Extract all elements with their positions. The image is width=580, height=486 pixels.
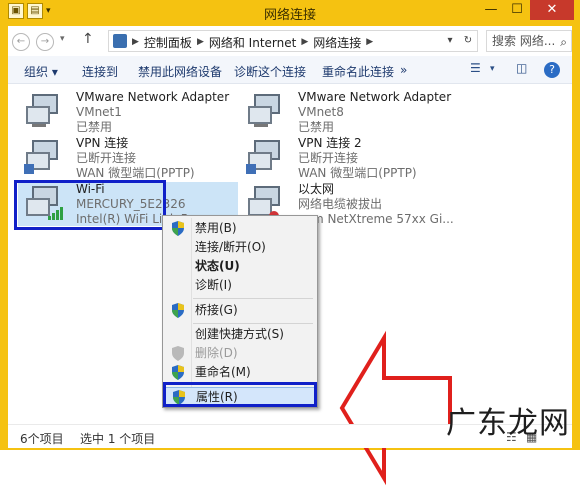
menu-item-bridge[interactable]: 桥接(G) xyxy=(165,301,315,320)
adapter-status: 已禁用 xyxy=(76,120,113,134)
disable-device-button[interactable]: 禁用此网络设备 xyxy=(138,63,222,80)
breadcrumb-chevron-icon[interactable]: ▶ xyxy=(131,34,140,51)
explorer-window: ▣ ▤ ▾ 网络连接 — ☐ ✕ ← → ▾ ↑ ▶ 控制面板 ▶ 网络和 In… xyxy=(0,0,580,486)
menu-item-diagnose[interactable]: 诊断(I) xyxy=(165,276,315,295)
help-icon[interactable]: ? xyxy=(544,62,560,78)
window-controls: — ☐ ✕ xyxy=(478,0,574,20)
address-actions: ▾ ↻ xyxy=(441,31,477,51)
adapter-text: VMware Network Adapter VMnet8 已禁用 xyxy=(298,90,451,135)
menu-item-label: 状态(U) xyxy=(195,259,240,273)
address-bar: ← → ▾ ↑ ▶ 控制面板 ▶ 网络和 Internet ▶ 网络连接 ▶ ▾… xyxy=(8,26,572,56)
selection-count: 选中 1 个项目 xyxy=(80,432,156,446)
menu-separator xyxy=(193,298,313,299)
recent-dropdown-icon[interactable]: ▾ xyxy=(60,34,65,44)
change-view-icon[interactable]: ☰ xyxy=(470,61,481,75)
network-adapter-icon xyxy=(248,94,280,127)
view-dropdown-icon[interactable]: ▾ xyxy=(490,64,495,74)
breadcrumb-network-connections[interactable]: 网络连接 xyxy=(313,34,361,51)
breadcrumb-chevron-icon[interactable]: ▶ xyxy=(196,34,205,51)
item-count: 6个项目 xyxy=(20,432,64,446)
breadcrumb-chevron-icon[interactable]: ▶ xyxy=(300,34,309,51)
menu-item-status[interactable]: 状态(U) xyxy=(165,257,315,276)
menu-item-connect-disconnect[interactable]: 连接/断开(O) xyxy=(165,238,315,257)
adapter-text: VMware Network Adapter VMnet1 已禁用 xyxy=(76,90,229,135)
adapter-name: VMware Network Adapter xyxy=(76,90,230,104)
forward-button[interactable]: → xyxy=(36,33,54,51)
red-arrow-annotation xyxy=(339,330,452,486)
menu-separator xyxy=(193,323,313,324)
uac-shield-icon xyxy=(172,365,184,380)
preview-pane-icon[interactable]: ◫ xyxy=(516,61,527,75)
search-input[interactable]: 搜索 网络... ⌕ xyxy=(486,30,572,52)
menu-item-label: 连接/断开(O) xyxy=(195,240,266,254)
adapter-name: VMware Network Adapter xyxy=(298,90,452,104)
back-button[interactable]: ← xyxy=(12,33,30,51)
control-panel-icon xyxy=(113,34,127,48)
minimize-button[interactable]: — xyxy=(478,0,504,20)
watermark: 广东龙网 xyxy=(446,406,570,441)
menu-item-label: 禁用(B) xyxy=(195,221,237,235)
context-menu: 禁用(B) 连接/断开(O) 状态(U) 诊断(I) 桥接(G) 创建快捷方式(… xyxy=(162,215,318,408)
menu-item-label: 诊断(I) xyxy=(195,278,232,292)
adapter-device: VMnet8 xyxy=(298,105,344,119)
menu-item-disable[interactable]: 禁用(B) xyxy=(165,219,315,238)
uac-shield-icon xyxy=(172,346,184,361)
adapter-text: VPN 连接 已断开连接 WAN 微型端口(PPTP) xyxy=(76,136,195,181)
properties-highlight-box xyxy=(163,382,317,407)
uac-shield-icon xyxy=(172,303,184,318)
breadcrumb: ▶ 控制面板 ▶ 网络和 Internet ▶ 网络连接 ▶ xyxy=(131,34,374,51)
search-icon[interactable]: ⌕ xyxy=(560,32,567,52)
adapter-status: 已断开连接 xyxy=(76,151,137,165)
up-arrow-icon[interactable]: ↑ xyxy=(82,31,94,47)
menu-item-delete[interactable]: 删除(D) xyxy=(165,344,315,363)
adapter-text: 以太网 网络电缆被拔出 com NetXtreme 57xx Gi... xyxy=(298,182,454,227)
menu-item-label: 重命名(M) xyxy=(195,365,251,379)
vpn-connection-icon xyxy=(24,140,58,174)
adapter-text: VPN 连接 2 已断开连接 WAN 微型端口(PPTP) xyxy=(298,136,417,181)
rename-button[interactable]: 重命名此连接 xyxy=(322,63,394,80)
adapter-name: VPN 连接 xyxy=(76,136,129,150)
close-button[interactable]: ✕ xyxy=(530,0,574,20)
connect-to-button[interactable]: 连接到 xyxy=(82,63,118,80)
adapter-device: VMnet1 xyxy=(76,105,122,119)
adapter-status: 已禁用 xyxy=(298,120,335,134)
adapter-vpn[interactable]: VPN 连接 已断开连接 WAN 微型端口(PPTP) xyxy=(18,136,238,180)
adapter-device: WAN 微型端口(PPTP) xyxy=(298,166,417,180)
diagnose-button[interactable]: 诊断这个连接 xyxy=(234,63,306,80)
refresh-icon[interactable]: ↻ xyxy=(459,31,477,51)
breadcrumb-network-internet[interactable]: 网络和 Internet xyxy=(209,34,296,51)
adapter-vmnet1[interactable]: VMware Network Adapter VMnet1 已禁用 xyxy=(18,90,238,134)
menu-item-label: 桥接(G) xyxy=(195,303,238,317)
address-dropdown-icon[interactable]: ▾ xyxy=(441,31,459,51)
wifi-highlight-box xyxy=(14,180,166,230)
menu-item-rename[interactable]: 重命名(M) xyxy=(165,363,315,382)
adapter-name: VPN 连接 2 xyxy=(298,136,362,150)
maximize-button[interactable]: ☐ xyxy=(504,0,530,20)
menu-item-create-shortcut[interactable]: 创建快捷方式(S) xyxy=(165,325,315,344)
menu-item-label: 删除(D) xyxy=(195,346,238,360)
adapter-device: WAN 微型端口(PPTP) xyxy=(76,166,195,180)
organize-button[interactable]: 组织 ▾ xyxy=(24,63,58,80)
command-bar: 组织 ▾ 连接到 禁用此网络设备 诊断这个连接 重命名此连接 » ☰ ▾ ◫ ? xyxy=(8,56,572,84)
breadcrumb-control-panel[interactable]: 控制面板 xyxy=(144,34,192,51)
network-adapter-icon xyxy=(26,94,58,127)
adapter-status: 已断开连接 xyxy=(298,151,359,165)
breadcrumb-chevron-icon[interactable]: ▶ xyxy=(365,34,374,51)
more-commands-button[interactable]: » xyxy=(400,63,407,77)
adapter-name: 以太网 xyxy=(298,182,335,196)
address-box[interactable]: ▶ 控制面板 ▶ 网络和 Internet ▶ 网络连接 ▶ ▾ ↻ xyxy=(108,30,478,52)
adapter-vmnet8[interactable]: VMware Network Adapter VMnet8 已禁用 xyxy=(240,90,460,134)
uac-shield-icon xyxy=(172,221,184,236)
adapter-vpn-2[interactable]: VPN 连接 2 已断开连接 WAN 微型端口(PPTP) xyxy=(240,136,460,180)
menu-item-label: 创建快捷方式(S) xyxy=(195,327,284,341)
vpn-connection-icon xyxy=(246,140,280,174)
search-placeholder: 搜索 网络... xyxy=(492,34,556,48)
title-bar: ▣ ▤ ▾ 网络连接 — ☐ ✕ xyxy=(0,0,580,26)
adapter-device: com NetXtreme 57xx Gi... xyxy=(298,212,454,226)
adapter-status: 网络电缆被拔出 xyxy=(298,197,383,211)
